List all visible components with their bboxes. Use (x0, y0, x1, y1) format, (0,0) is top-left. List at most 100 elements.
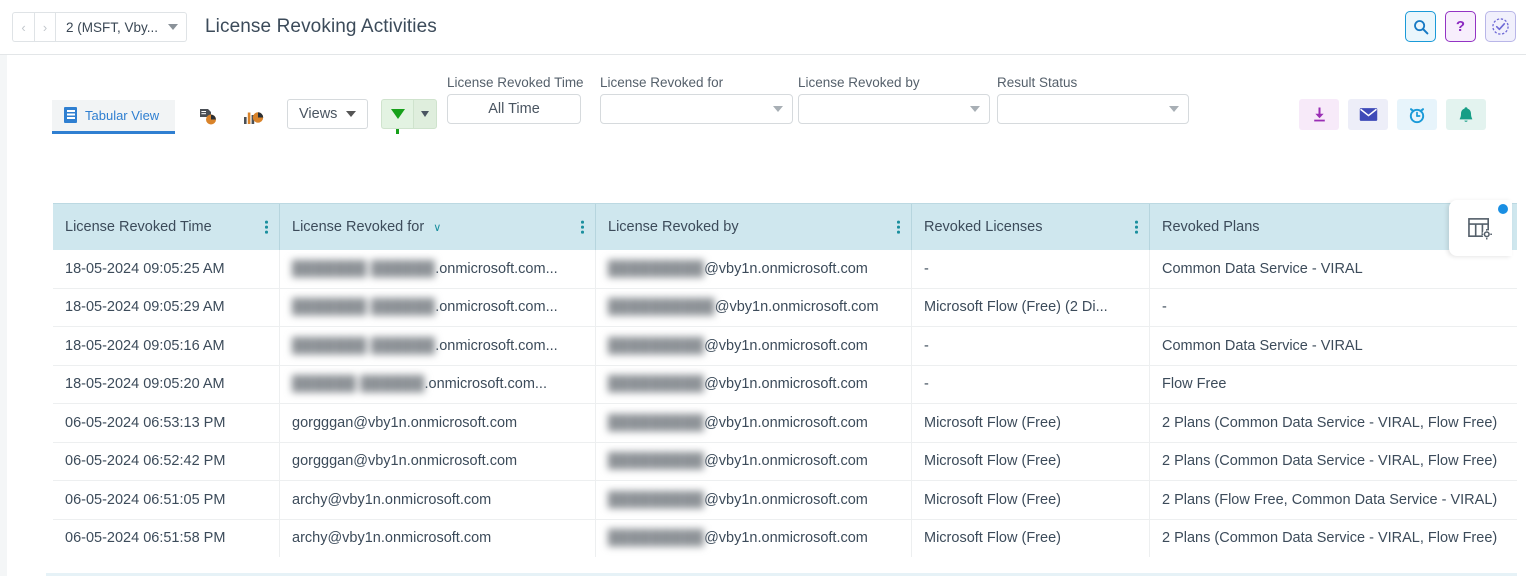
filter-license-revoked-by: License Revoked by (798, 75, 990, 124)
bar-chart-icon (243, 108, 265, 126)
cell-license-revoked-by: █████████@vby1n.onmicrosoft.com (595, 327, 911, 365)
column-header-license-revoked-time[interactable]: License Revoked Time (53, 204, 279, 250)
column-header-label: License Revoked for (292, 219, 424, 235)
cell-text: .onmicrosoft.com... (425, 376, 547, 392)
filter-license-revoked-time: License Revoked Time All Time (447, 75, 581, 124)
redacted-text: █████████ (608, 492, 704, 508)
filter-dropdown-button[interactable] (413, 99, 437, 129)
data-grid: License Revoked Time License Revoked for… (53, 203, 1517, 576)
sort-descending-icon[interactable]: ∨ (433, 221, 441, 234)
filter-button[interactable] (381, 99, 413, 129)
table-row[interactable]: 06-05-2024 06:51:05 PMarchy@vby1n.onmicr… (53, 481, 1517, 520)
toolbar-action-icons (1299, 99, 1486, 130)
redacted-text: █████████ (608, 530, 704, 546)
cell-text: @vby1n.onmicrosoft.com (704, 338, 868, 354)
download-icon (1311, 106, 1328, 123)
chevron-down-icon (773, 106, 783, 112)
redacted-text: ██████ ██████ (292, 376, 425, 392)
table-row[interactable]: 06-05-2024 06:53:13 PMgorgggan@vby1n.onm… (53, 404, 1517, 443)
license-revoking-activities-page: ‹ › 2 (MSFT, Vby... License Revoking Act… (0, 0, 1526, 576)
column-header-license-revoked-by[interactable]: License Revoked by (595, 204, 911, 250)
cell-revoked-plans: Common Data Service - VIRAL (1149, 327, 1517, 365)
cell-revoked-licenses: - (911, 250, 1149, 288)
chevron-down-icon (346, 111, 356, 117)
table-row[interactable]: 18-05-2024 09:05:16 AM███████ ██████.onm… (53, 327, 1517, 366)
nav-arrows: ‹ › 2 (MSFT, Vby... (12, 12, 187, 42)
cell-license-revoked-for: ███████ ██████.onmicrosoft.com... (279, 250, 595, 288)
content-panel: Tabular View (0, 55, 1526, 576)
column-header-label: Revoked Plans (1162, 219, 1260, 235)
search-button[interactable] (1405, 11, 1436, 42)
column-header-license-revoked-for[interactable]: License Revoked for ∨ (279, 204, 595, 250)
status-check-button[interactable] (1485, 11, 1516, 42)
column-header-label: License Revoked by (608, 219, 739, 235)
search-icon (1413, 19, 1429, 35)
table-row[interactable]: 06-05-2024 06:52:42 PMgorgggan@vby1n.onm… (53, 443, 1517, 482)
cell-revoked-licenses: - (911, 327, 1149, 365)
schedule-button[interactable] (1397, 99, 1437, 130)
table-row[interactable]: 18-05-2024 09:05:29 AM███████ ██████.onm… (53, 289, 1517, 328)
redacted-text: █████████ (608, 261, 704, 277)
cell-revoked-plans: Flow Free (1149, 366, 1517, 404)
grid-settings-button[interactable] (1449, 200, 1512, 256)
funnel-icon (391, 109, 405, 119)
filter-license-revoked-time-value[interactable]: All Time (447, 94, 581, 124)
filter-result-status-select[interactable] (997, 94, 1189, 124)
cell-revoked-licenses: Microsoft Flow (Free) (911, 443, 1149, 481)
cell-text: archy@vby1n.onmicrosoft.com (292, 530, 491, 546)
help-button[interactable]: ? (1445, 11, 1476, 42)
page-title: License Revoking Activities (205, 16, 437, 38)
cell-revoked-plans: 2 Plans (Common Data Service - VIRAL, Fl… (1149, 443, 1517, 481)
chevron-down-icon (970, 106, 980, 112)
cell-license-revoked-time: 18-05-2024 09:05:16 AM (53, 327, 279, 365)
alarm-clock-icon (1408, 106, 1426, 124)
column-menu-icon[interactable] (897, 221, 900, 234)
cell-license-revoked-by: █████████@vby1n.onmicrosoft.com (595, 404, 911, 442)
cell-text: @vby1n.onmicrosoft.com (704, 530, 868, 546)
column-header-revoked-licenses[interactable]: Revoked Licenses (911, 204, 1149, 250)
org-selector[interactable]: 2 (MSFT, Vby... (56, 12, 187, 42)
cell-revoked-licenses: Microsoft Flow (Free) (911, 481, 1149, 519)
cell-license-revoked-time: 18-05-2024 09:05:20 AM (53, 366, 279, 404)
back-button[interactable]: ‹ (12, 12, 34, 42)
cell-license-revoked-for: archy@vby1n.onmicrosoft.com (279, 481, 595, 519)
tab-tabular-view[interactable]: Tabular View (52, 100, 175, 134)
chart-view-button[interactable] (241, 105, 267, 129)
redacted-text: ██████████ (608, 299, 715, 315)
filter-license-revoked-by-select[interactable] (798, 94, 990, 124)
cell-text: @vby1n.onmicrosoft.com (704, 492, 868, 508)
table-row[interactable]: 18-05-2024 09:05:25 AM███████ ██████.onm… (53, 250, 1517, 289)
cell-text: @vby1n.onmicrosoft.com (704, 261, 868, 277)
column-menu-icon[interactable] (265, 221, 268, 234)
table-row[interactable]: 06-05-2024 06:51:58 PMarchy@vby1n.onmicr… (53, 520, 1517, 558)
filter-license-revoked-for-select[interactable] (600, 94, 793, 124)
email-button[interactable] (1348, 99, 1388, 130)
views-button-label: Views (299, 106, 337, 122)
topbar-actions: ? (1405, 11, 1516, 42)
cell-license-revoked-time: 18-05-2024 09:05:25 AM (53, 250, 279, 288)
redacted-text: █████████ (608, 415, 704, 431)
cell-license-revoked-time: 06-05-2024 06:52:42 PM (53, 443, 279, 481)
column-menu-icon[interactable] (581, 221, 584, 234)
question-mark-icon: ? (1456, 18, 1465, 35)
alert-button[interactable] (1446, 99, 1486, 130)
grid-body: 18-05-2024 09:05:25 AM███████ ██████.onm… (53, 250, 1517, 557)
cell-text: archy@vby1n.onmicrosoft.com (292, 492, 491, 508)
column-header-label: License Revoked Time (65, 219, 212, 235)
cell-text: @vby1n.onmicrosoft.com (704, 415, 868, 431)
table-row[interactable]: 18-05-2024 09:05:20 AM ██████ ██████.onmi… (53, 366, 1517, 405)
cell-license-revoked-by: █████████@vby1n.onmicrosoft.com (595, 481, 911, 519)
filter-time-text: All Time (488, 101, 540, 117)
column-menu-icon[interactable] (1135, 221, 1138, 234)
cell-license-revoked-for: ███████ ██████.onmicrosoft.com... (279, 327, 595, 365)
report-view-button[interactable] (195, 105, 221, 129)
cell-license-revoked-by: ██████████@vby1n.onmicrosoft.com (595, 289, 911, 327)
filter-license-revoked-time-label: License Revoked Time (447, 75, 581, 90)
download-button[interactable] (1299, 99, 1339, 130)
forward-button[interactable]: › (34, 12, 56, 42)
cell-revoked-licenses: Microsoft Flow (Free) (911, 404, 1149, 442)
document-icon (64, 107, 77, 123)
back-icon: ‹ (21, 20, 25, 35)
cell-license-revoked-by: █████████@vby1n.onmicrosoft.com (595, 443, 911, 481)
views-dropdown-button[interactable]: Views (287, 99, 368, 129)
